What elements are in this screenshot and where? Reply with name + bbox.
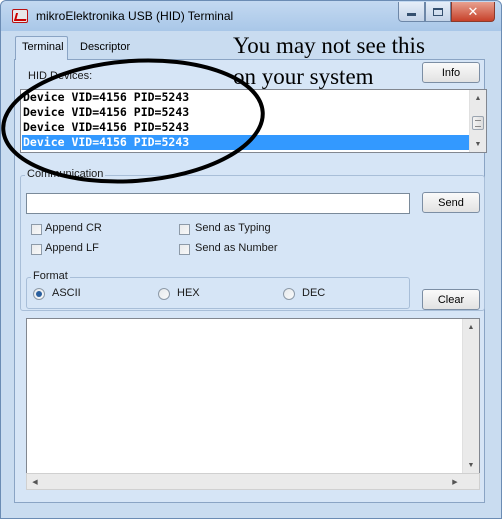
append-lf-checkbox[interactable]	[31, 244, 42, 255]
annotation-line-1: You may not see this	[233, 33, 425, 58]
annotation-line-2: on your system	[233, 64, 374, 89]
scroll-down-icon[interactable]: ▼	[470, 136, 486, 152]
format-label: Format	[31, 270, 70, 282]
append-cr-label: Append CR	[45, 222, 102, 234]
scroll-up-icon[interactable]: ▲	[470, 90, 486, 106]
minimize-button[interactable]	[398, 2, 425, 22]
dec-label: DEC	[302, 287, 326, 299]
info-button[interactable]: Info	[422, 62, 480, 83]
ascii-label: ASCII	[52, 287, 81, 299]
append-lf-label: Append LF	[45, 242, 99, 254]
clear-button[interactable]: Clear	[422, 289, 480, 310]
communication-label: Communication	[25, 168, 106, 180]
maximize-button[interactable]	[425, 2, 451, 22]
tab-terminal[interactable]: Terminal	[15, 36, 68, 60]
append-cr-checkbox[interactable]	[31, 224, 42, 235]
send-as-number-label: Send as Number	[195, 242, 278, 254]
send-as-typing-checkbox[interactable]	[179, 224, 190, 235]
list-item-selected[interactable]: Device VID=4156 PID=5243	[22, 135, 469, 150]
output-horizontal-scrollbar[interactable]: ◀ ▶	[26, 473, 480, 490]
maximize-icon	[433, 7, 443, 16]
ascii-radio[interactable]	[33, 288, 45, 300]
scroll-left-icon[interactable]: ◀	[27, 474, 43, 489]
send-as-number-checkbox[interactable]	[179, 244, 190, 255]
minimize-icon	[407, 13, 416, 16]
output-vertical-scrollbar[interactable]: ▲ ▼	[462, 319, 479, 473]
tab-descriptor-label: Descriptor	[80, 41, 131, 53]
list-item[interactable]: Device VID=4156 PID=5243	[22, 90, 469, 105]
close-button[interactable]: ✕	[451, 2, 495, 22]
send-button[interactable]: Send	[422, 192, 480, 213]
title-bar[interactable]: mikroElektronika USB (HID) Terminal ✕	[1, 1, 501, 31]
scroll-right-icon[interactable]: ▶	[447, 474, 463, 489]
scroll-down-icon[interactable]: ▼	[463, 457, 479, 473]
hid-devices-list[interactable]: Device VID=4156 PID=5243 Device VID=4156…	[20, 89, 487, 153]
format-group	[26, 277, 410, 309]
hid-list-scrollbar[interactable]: ▲ ▼	[469, 90, 486, 152]
tab-descriptor[interactable]: Descriptor	[74, 37, 138, 59]
list-item[interactable]: Device VID=4156 PID=5243	[22, 105, 469, 120]
app-logo-icon	[12, 9, 28, 23]
send-as-typing-label: Send as Typing	[195, 222, 271, 234]
hex-label: HEX	[177, 287, 200, 299]
scroll-thumb[interactable]	[472, 116, 484, 130]
tab-terminal-label: Terminal	[22, 41, 64, 53]
list-item[interactable]: Device VID=4156 PID=5243	[22, 120, 469, 135]
send-input[interactable]	[26, 193, 410, 214]
close-icon: ✕	[467, 3, 479, 19]
dec-radio[interactable]	[283, 288, 295, 300]
receive-output[interactable]: ▲ ▼	[26, 318, 480, 489]
window-title: mikroElektronika USB (HID) Terminal	[36, 9, 234, 23]
hid-devices-label: HID Devices:	[28, 70, 93, 82]
scroll-up-icon[interactable]: ▲	[463, 319, 479, 335]
hex-radio[interactable]	[158, 288, 170, 300]
